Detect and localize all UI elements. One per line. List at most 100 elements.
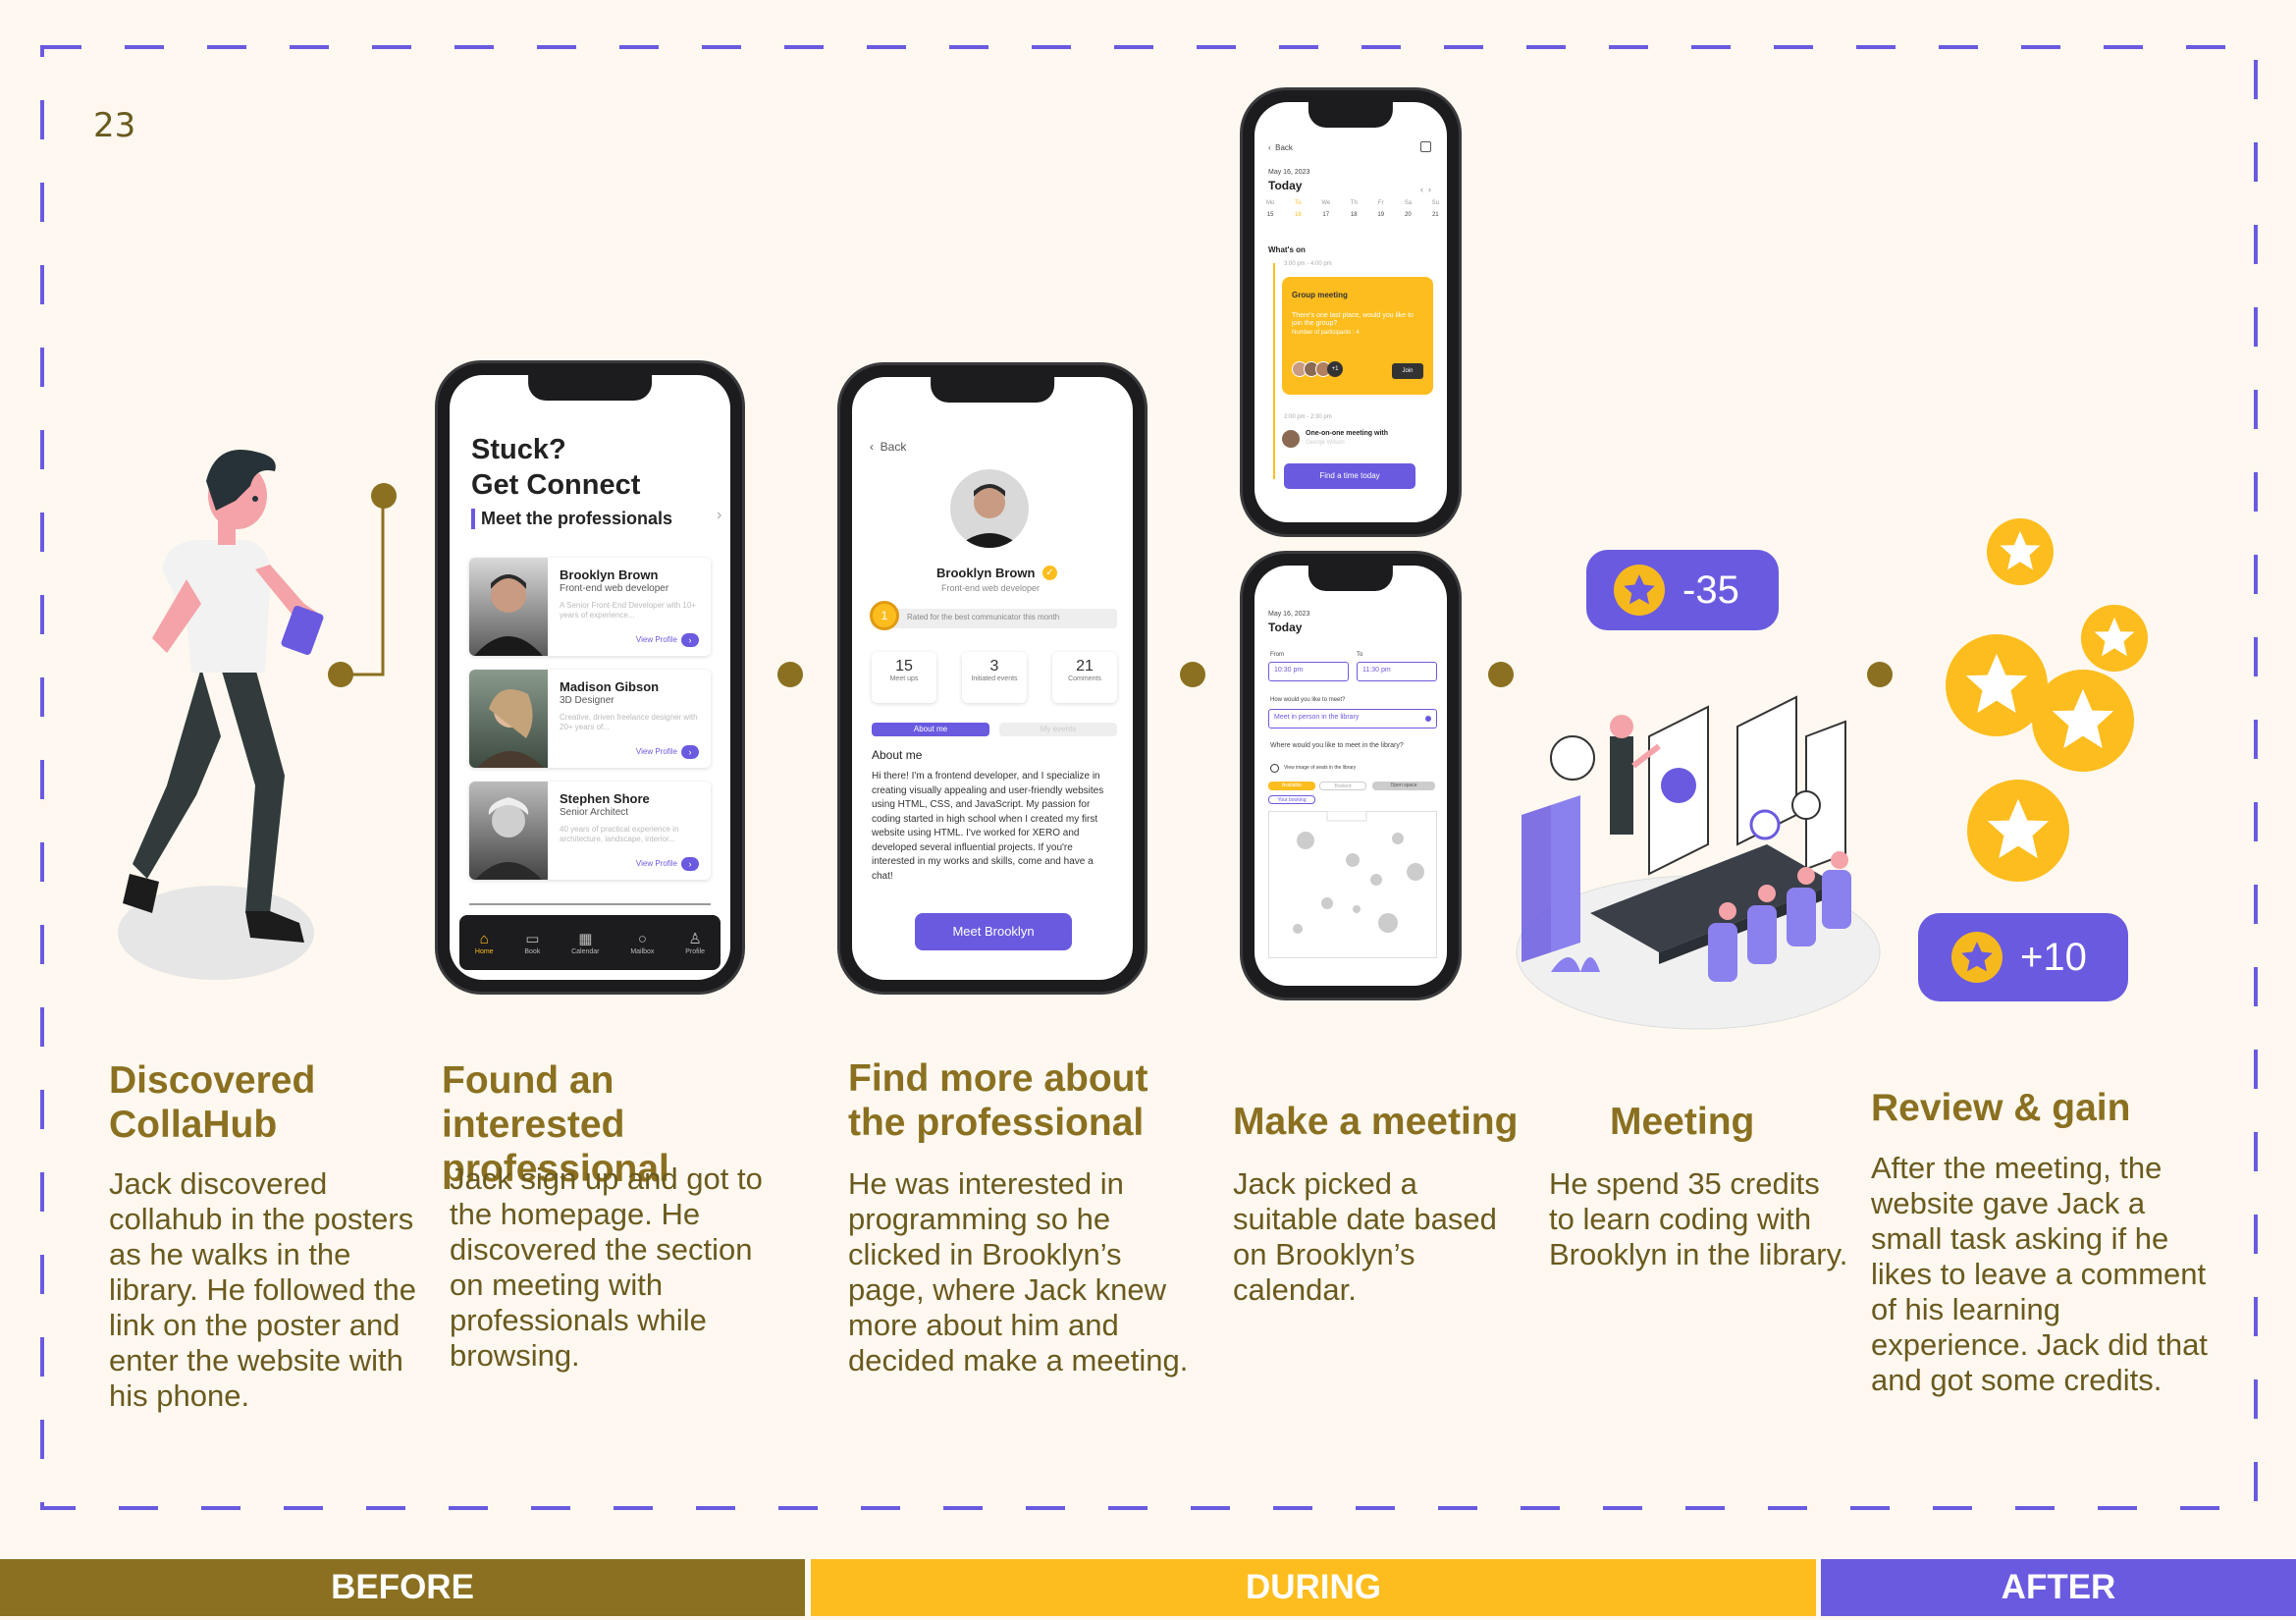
professional-photo: [469, 670, 548, 768]
day-cell[interactable]: Su 21: [1432, 200, 1439, 218]
info-icon: [1270, 764, 1279, 773]
step-text: He was interested in programming so he c…: [848, 1166, 1189, 1377]
phase-after: AFTER: [1821, 1559, 2296, 1616]
phone-notch: [1308, 566, 1394, 591]
medal-icon: 1: [870, 601, 899, 630]
star-icon: [1951, 932, 2002, 983]
step-text: He spend 35 credits to learn coding with…: [1549, 1166, 1848, 1271]
participant-avatars: +1: [1292, 361, 1343, 377]
nav-calendar[interactable]: ▦ Calendar: [571, 931, 599, 955]
professional-card[interactable]: Brooklyn Brown Front-end web developer A…: [469, 558, 711, 656]
meet-brooklyn-button[interactable]: Meet Brooklyn: [915, 913, 1072, 950]
step-text: Jack picked a suitable date based on Bro…: [1233, 1166, 1497, 1307]
arrow-right-icon[interactable]: ›: [681, 745, 699, 759]
join-button[interactable]: Join: [1392, 363, 1423, 379]
profile-role: Front-end web developer: [941, 583, 1041, 593]
timeline-line: [1273, 263, 1275, 479]
chip-booked[interactable]: Booked: [1319, 782, 1366, 790]
meet-method-select[interactable]: Meet in person in the library: [1268, 709, 1437, 729]
arrow-right-icon[interactable]: ›: [681, 857, 699, 871]
professional-card[interactable]: Stephen Shore Senior Architect 40 years …: [469, 782, 711, 880]
select-dot: [1425, 716, 1431, 722]
arrow-right-icon[interactable]: ›: [681, 633, 699, 647]
time-slot: 2:00 pm - 2:30 pm: [1284, 414, 1332, 420]
phone-profile: ‹ Back Brooklyn Brown ✓ Front-end web de…: [840, 365, 1145, 992]
about-heading: About me: [872, 748, 923, 762]
badge-text: Rated for the best communicator this mon…: [907, 613, 1060, 621]
stat-comments: 21 Comments: [1052, 652, 1117, 703]
back-button[interactable]: ‹ Back: [870, 440, 906, 454]
home-heading: Stuck? Get Connect: [471, 434, 641, 501]
connector-dot: [777, 662, 803, 687]
back-button[interactable]: ‹ Back: [1268, 143, 1293, 152]
professional-photo: [469, 782, 548, 880]
day-cell[interactable]: Tu 16: [1295, 200, 1302, 218]
day-cell[interactable]: Th 18: [1351, 200, 1358, 218]
calendar-icon[interactable]: [1420, 141, 1431, 152]
stat-events: 3 Initiated events: [962, 652, 1027, 703]
seat-map[interactable]: [1268, 811, 1437, 958]
chip-available[interactable]: Available: [1268, 782, 1315, 790]
view-profile-link[interactable]: View Profile: [636, 859, 677, 868]
tab-about-me[interactable]: About me: [872, 723, 989, 736]
time-slot: 3:00 pm - 4:00 pm: [1284, 261, 1332, 267]
verified-icon: ✓: [1042, 566, 1057, 580]
nav-mailbox[interactable]: ○ Mailbox: [630, 931, 654, 955]
nav-book[interactable]: ▭ Book: [524, 931, 540, 955]
stat-meetups: 15 Meet ups: [872, 652, 936, 703]
chip-your-booking[interactable]: Your booking: [1268, 795, 1315, 804]
view-seats-link[interactable]: View image of seats in the library: [1284, 765, 1356, 771]
view-profile-link[interactable]: View Profile: [636, 635, 677, 644]
phone-notch: [528, 375, 652, 401]
day-cell[interactable]: Mo 15: [1266, 200, 1274, 218]
profile-name: Brooklyn Brown: [936, 566, 1036, 580]
phase-during: DURING: [811, 1559, 1816, 1616]
gold-stars-illustration: [1946, 518, 2148, 882]
credit-spend-badge: -35: [1586, 550, 1779, 630]
phone-booking: May 16, 2023 Today From To 10:30 pm 11:3…: [1243, 554, 1459, 998]
section-title: Meet the professionals: [471, 509, 717, 529]
profile-avatar: [950, 469, 1029, 548]
credit-gain-badge: +10: [1918, 913, 2128, 1001]
view-profile-link[interactable]: View Profile: [636, 747, 677, 756]
page-number: 23: [93, 106, 136, 145]
nav-home[interactable]: ⌂ Home: [475, 931, 494, 955]
day-cell[interactable]: We 17: [1321, 200, 1330, 218]
step-title: Meeting: [1610, 1101, 1755, 1143]
about-text: Hi there! I'm a frontend developer, and …: [872, 771, 1104, 882]
chat-icon: ○: [637, 930, 647, 947]
find-time-button[interactable]: Find a time today: [1284, 463, 1415, 489]
from-time-input[interactable]: 10:30 pm: [1268, 662, 1349, 681]
credit-gain-value: +10: [2020, 935, 2087, 979]
booking-today: Today: [1268, 621, 1303, 634]
professional-photo: [469, 558, 548, 656]
step-text: After the meeting, the website gave Jack…: [1871, 1151, 2208, 1397]
group-meeting-card[interactable]: Group meeting There's one last place, wo…: [1282, 277, 1433, 395]
tab-my-events[interactable]: My events: [999, 723, 1117, 736]
user-icon: ♙: [688, 930, 702, 947]
phone-notch: [1308, 102, 1394, 128]
from-label: From: [1270, 652, 1284, 658]
to-time-input[interactable]: 11:30 pm: [1357, 662, 1437, 681]
week-row: Mo 15 Tu 16 We 17 Th 18 Fr 19 Sa 20 Su 21: [1266, 200, 1439, 218]
avatar-more: +1: [1327, 361, 1343, 377]
chevron-right-icon[interactable]: ›: [717, 507, 721, 524]
day-cell[interactable]: Sa 20: [1405, 200, 1412, 218]
credit-spend-value: -35: [1682, 567, 1739, 612]
where-question: Where would you like to meet in the libr…: [1270, 742, 1404, 749]
meeting-illustration: [1516, 695, 1881, 1030]
connector-dot: [371, 483, 397, 509]
professional-card[interactable]: Madison Gibson 3D Designer Creative, dri…: [469, 670, 711, 768]
step-title: Review & gain: [1871, 1087, 2131, 1129]
nav-profile[interactable]: ♙ Profile: [685, 931, 705, 955]
week-nav[interactable]: ‹ ›: [1420, 185, 1431, 194]
chip-open-space[interactable]: Open space: [1372, 782, 1435, 790]
one-on-one-meeting[interactable]: One-on-one meeting with: [1306, 430, 1388, 437]
connector-dot: [328, 662, 353, 687]
meeting-with-name: George Wilson: [1306, 440, 1345, 446]
step-title: Find more about the professional: [848, 1057, 1148, 1144]
connector-dot: [1180, 662, 1205, 687]
calendar-date: May 16, 2023: [1268, 169, 1310, 176]
whats-on: What's on: [1268, 245, 1306, 254]
day-cell[interactable]: Fr 19: [1377, 200, 1384, 218]
